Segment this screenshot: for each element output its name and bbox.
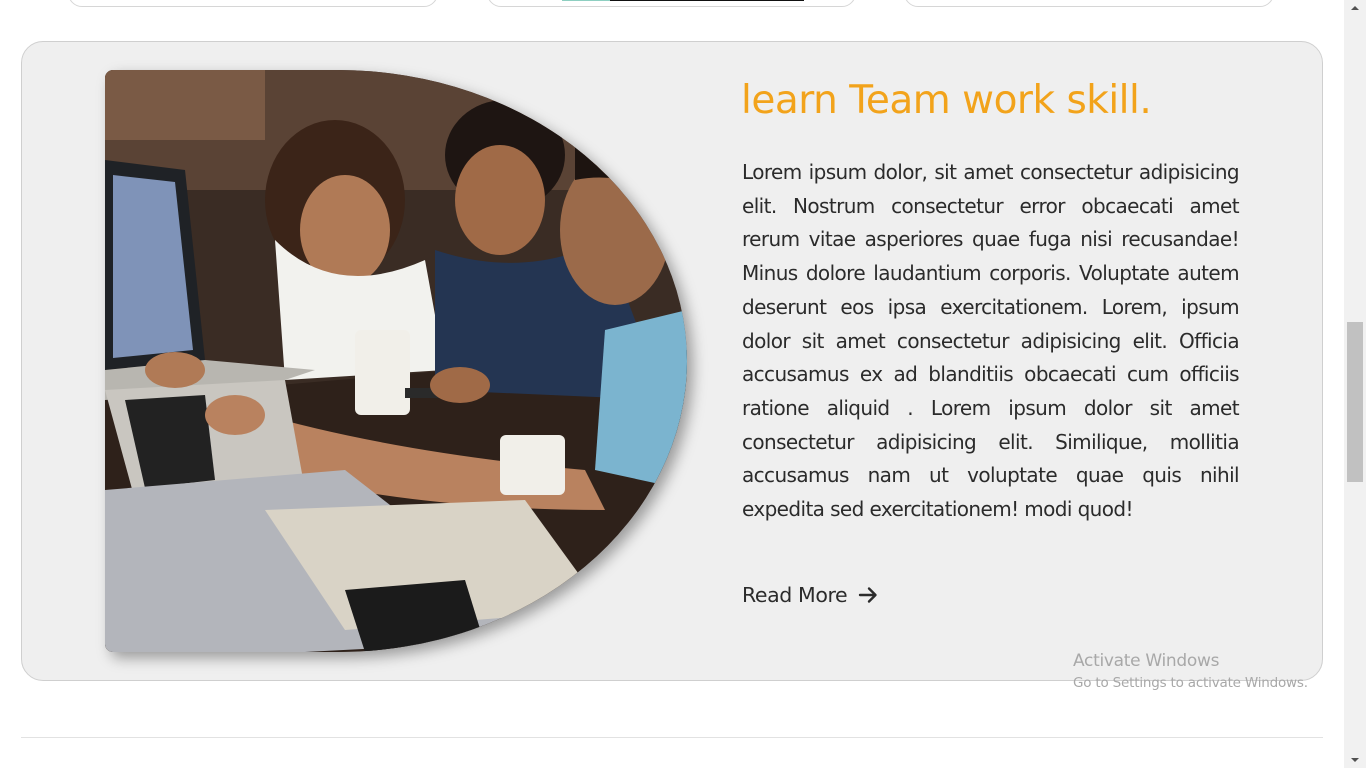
arrow-right-icon: [859, 587, 877, 603]
read-more-link[interactable]: Read More: [742, 583, 878, 607]
top-card: [68, 0, 438, 7]
watermark-subtitle: Go to Settings to activate Windows.: [1073, 675, 1308, 691]
section-divider: [21, 737, 1323, 738]
progress-line: [610, 0, 804, 1]
vertical-scrollbar[interactable]: [1344, 0, 1366, 768]
top-card: [904, 0, 1274, 7]
progress-line: [562, 0, 610, 1]
page: learn Team work skill. Lorem ipsum dolor…: [0, 0, 1366, 768]
scroll-up-icon[interactable]: [1344, 0, 1366, 17]
scrollbar-thumb[interactable]: [1347, 322, 1363, 482]
scroll-down-icon[interactable]: [1344, 751, 1366, 768]
section-body-text: Lorem ipsum dolor, sit amet consectetur …: [742, 160, 1240, 522]
watermark-title: Activate Windows: [1073, 651, 1220, 671]
activation-watermark: Activate Windows Go to Settings to activ…: [1073, 651, 1308, 691]
read-more-label: Read More: [742, 583, 848, 607]
top-card: [487, 0, 856, 7]
section-title: learn Team work skill.: [741, 78, 1152, 123]
